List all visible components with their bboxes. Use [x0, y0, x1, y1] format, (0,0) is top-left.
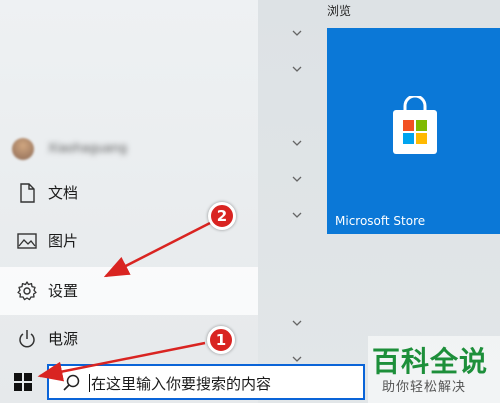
watermark-title: 百科全说 [372, 345, 489, 378]
annotation-arrow-2 [103, 220, 213, 278]
annotation-badge-1: 1 [207, 326, 235, 354]
annotation-arrow-1 [37, 341, 206, 382]
watermark: 百科全说 助你轻松解决 [368, 336, 500, 403]
annotation-badge-2: 2 [208, 202, 236, 230]
watermark-subtitle: 助你轻松解决 [382, 380, 467, 395]
